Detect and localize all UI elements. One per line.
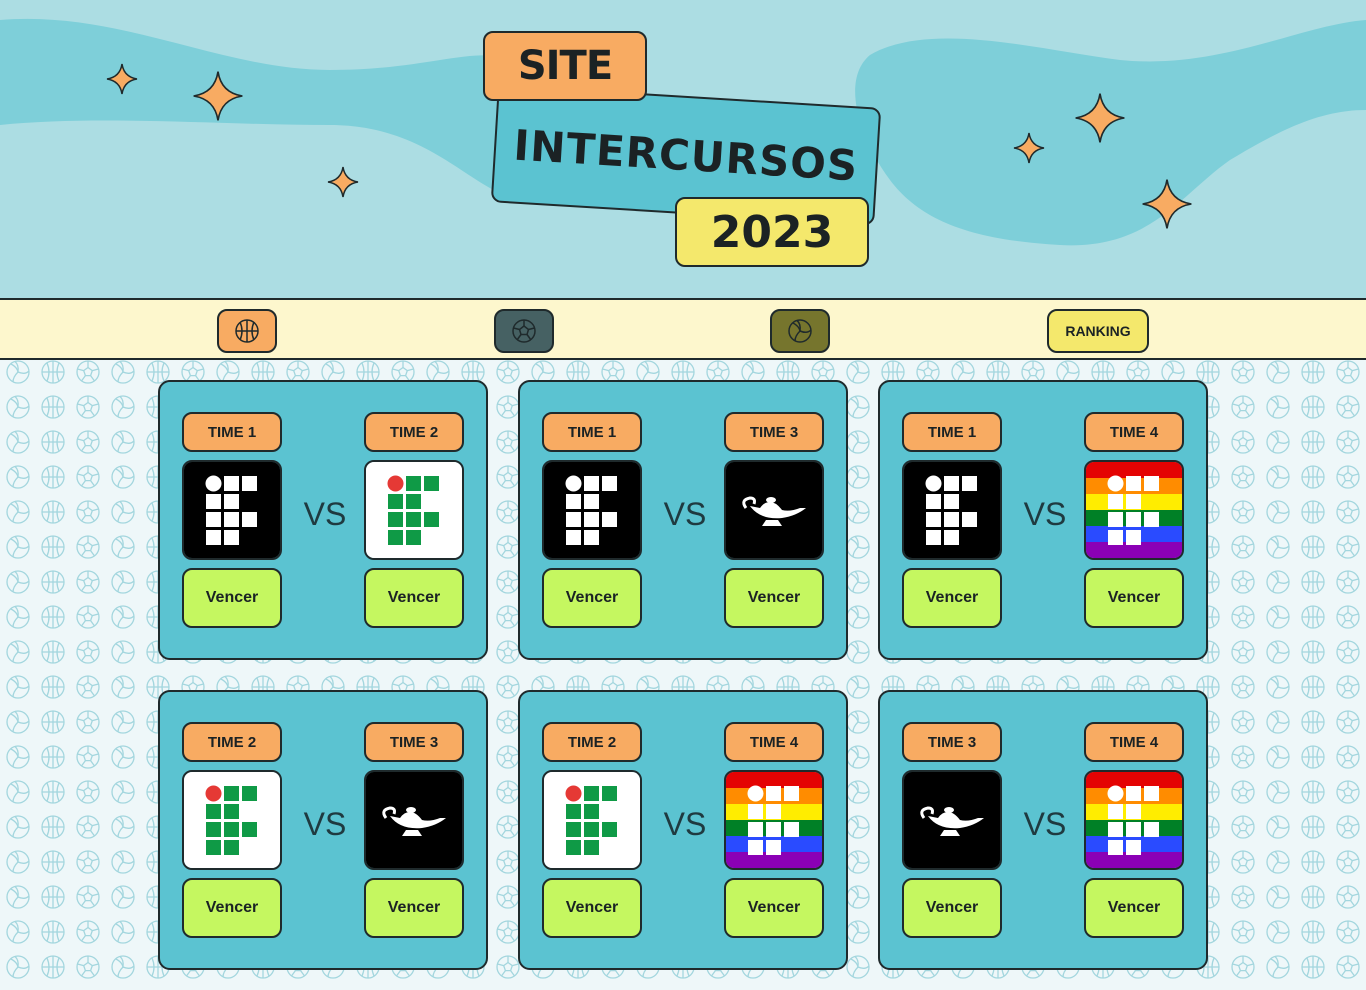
nav-volleyball-button[interactable]: [770, 309, 830, 353]
rainbow-grid-logo: [724, 770, 824, 870]
team-b-label: TIME 3: [364, 722, 464, 762]
vs-label: VS: [303, 806, 347, 842]
team-a-win-button[interactable]: Vencer: [182, 568, 282, 628]
sparkle-icon: [1075, 93, 1125, 143]
sport-nav: RANKING: [0, 298, 1366, 360]
team-a-label: TIME 1: [182, 412, 282, 452]
team-b-label: TIME 3: [724, 412, 824, 452]
match-card: TIME 2 TIME 3 VS Vencer Vencer: [158, 690, 488, 970]
team-a-win-button[interactable]: Vencer: [542, 878, 642, 938]
team-b-win-button[interactable]: Vencer: [1084, 878, 1184, 938]
sparkle-icon: [193, 71, 243, 121]
soccer-ball-icon: [512, 319, 536, 343]
match-card: TIME 1 TIME 4 VS Vencer Vencer: [878, 380, 1208, 660]
match-card: TIME 1 TIME 2 VS Vencer Vencer: [158, 380, 488, 660]
team-b-label: TIME 4: [1084, 412, 1184, 452]
white-grid-logo: [182, 770, 282, 870]
team-a-win-button[interactable]: Vencer: [542, 568, 642, 628]
nav-ranking-button[interactable]: RANKING: [1047, 309, 1149, 353]
nav-soccer-button[interactable]: [494, 309, 554, 353]
vs-label: VS: [303, 496, 347, 532]
team-a-label: TIME 1: [902, 412, 1002, 452]
team-a-label: TIME 2: [542, 722, 642, 762]
vs-label: VS: [663, 806, 707, 842]
match-card: TIME 1 TIME 3 VS Vencer Vencer: [518, 380, 848, 660]
sparkle-icon: [106, 63, 138, 95]
black-grid-logo: [182, 460, 282, 560]
header-banner: INTERCURSOS SITE 2023: [0, 0, 1366, 298]
rainbow-grid-logo: [1084, 460, 1184, 560]
nav-basketball-button[interactable]: [217, 309, 277, 353]
team-a-label: TIME 3: [902, 722, 1002, 762]
white-grid-logo: [364, 460, 464, 560]
sparkle-icon: [327, 166, 359, 198]
team-b-label: TIME 4: [724, 722, 824, 762]
team-b-win-button[interactable]: Vencer: [1084, 568, 1184, 628]
title-site: SITE: [483, 31, 647, 101]
team-a-win-button[interactable]: Vencer: [902, 878, 1002, 938]
lamp-logo: [364, 770, 464, 870]
team-a-win-button[interactable]: Vencer: [902, 568, 1002, 628]
volleyball-icon: [788, 319, 812, 343]
vs-label: VS: [663, 496, 707, 532]
white-grid-logo: [542, 770, 642, 870]
match-card: TIME 3 TIME 4 VS Vencer Vencer: [878, 690, 1208, 970]
lamp-logo: [902, 770, 1002, 870]
sparkle-icon: [1013, 132, 1045, 164]
team-b-win-button[interactable]: Vencer: [364, 568, 464, 628]
team-b-win-button[interactable]: Vencer: [724, 878, 824, 938]
basketball-icon: [235, 319, 259, 343]
black-grid-logo: [902, 460, 1002, 560]
lamp-logo: [724, 460, 824, 560]
team-b-win-button[interactable]: Vencer: [724, 568, 824, 628]
rainbow-grid-logo: [1084, 770, 1184, 870]
team-a-label: TIME 1: [542, 412, 642, 452]
sparkle-icon: [1142, 179, 1192, 229]
team-b-label: TIME 4: [1084, 722, 1184, 762]
black-grid-logo: [542, 460, 642, 560]
team-a-label: TIME 2: [182, 722, 282, 762]
team-b-label: TIME 2: [364, 412, 464, 452]
match-card: TIME 2 TIME 4 VS Vencer Vencer: [518, 690, 848, 970]
vs-label: VS: [1023, 496, 1067, 532]
team-a-win-button[interactable]: Vencer: [182, 878, 282, 938]
vs-label: VS: [1023, 806, 1067, 842]
team-b-win-button[interactable]: Vencer: [364, 878, 464, 938]
title-year: 2023: [675, 197, 869, 267]
